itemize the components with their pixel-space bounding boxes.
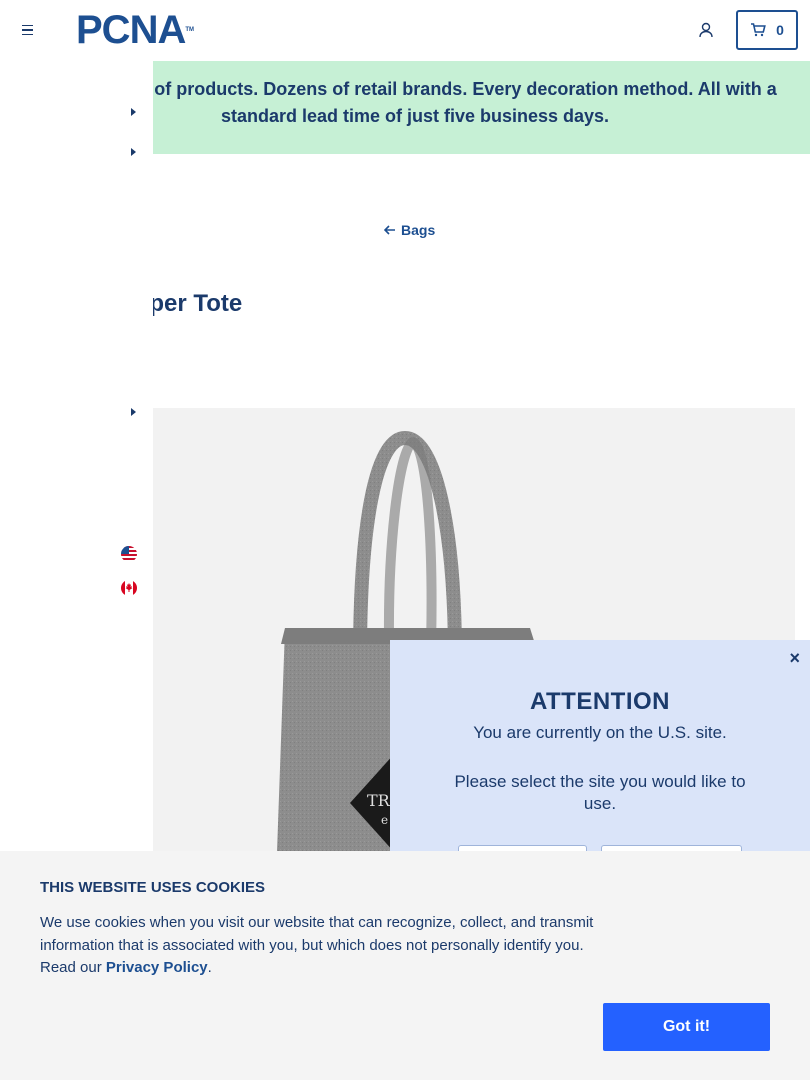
caret-right-icon[interactable] <box>129 407 137 417</box>
breadcrumb-label: Bags <box>401 222 436 238</box>
cookie-banner: THIS WEBSITE USES COOKIES We use cookies… <box>0 851 810 1080</box>
page: Thousands of products. Dozens of retail … <box>0 0 810 1080</box>
cart-icon <box>751 23 766 37</box>
canada-flag-icon[interactable] <box>121 580 137 596</box>
close-icon[interactable]: × <box>789 648 800 669</box>
modal-current-site-text: You are currently on the U.S. site. <box>473 723 727 742</box>
logo-trademark: TM <box>185 27 195 33</box>
account-icon[interactable] <box>697 21 715 39</box>
cookie-text: We use cookies when you visit our websit… <box>40 912 610 980</box>
cookie-period: . <box>207 959 212 976</box>
breadcrumb-back-link[interactable]: Bags <box>384 222 435 238</box>
cookie-title: THIS WEBSITE USES COOKIES <box>40 879 266 896</box>
tote-print-subtext: e <box>381 813 388 827</box>
us-flag-icon[interactable] <box>121 546 137 562</box>
caret-right-icon[interactable] <box>129 147 137 157</box>
cart-count: 0 <box>776 22 784 38</box>
site-header: PCNATM 0 <box>0 0 810 60</box>
arrow-left-icon <box>384 225 395 235</box>
tote-print-text: TR <box>367 791 391 810</box>
logo-text: PCNA <box>76 8 186 52</box>
privacy-policy-link[interactable]: Privacy Policy <box>106 959 208 976</box>
modal-select-site-text: Please select the site you would like to… <box>454 772 746 813</box>
modal-title: ATTENTION <box>529 688 671 715</box>
cart-button[interactable]: 0 <box>736 10 798 50</box>
accept-cookies-button[interactable]: Got it! <box>603 1003 770 1051</box>
hamburger-menu-icon[interactable] <box>18 20 38 40</box>
caret-right-icon[interactable] <box>129 107 137 117</box>
pcna-logo[interactable]: PCNATM <box>76 8 195 52</box>
